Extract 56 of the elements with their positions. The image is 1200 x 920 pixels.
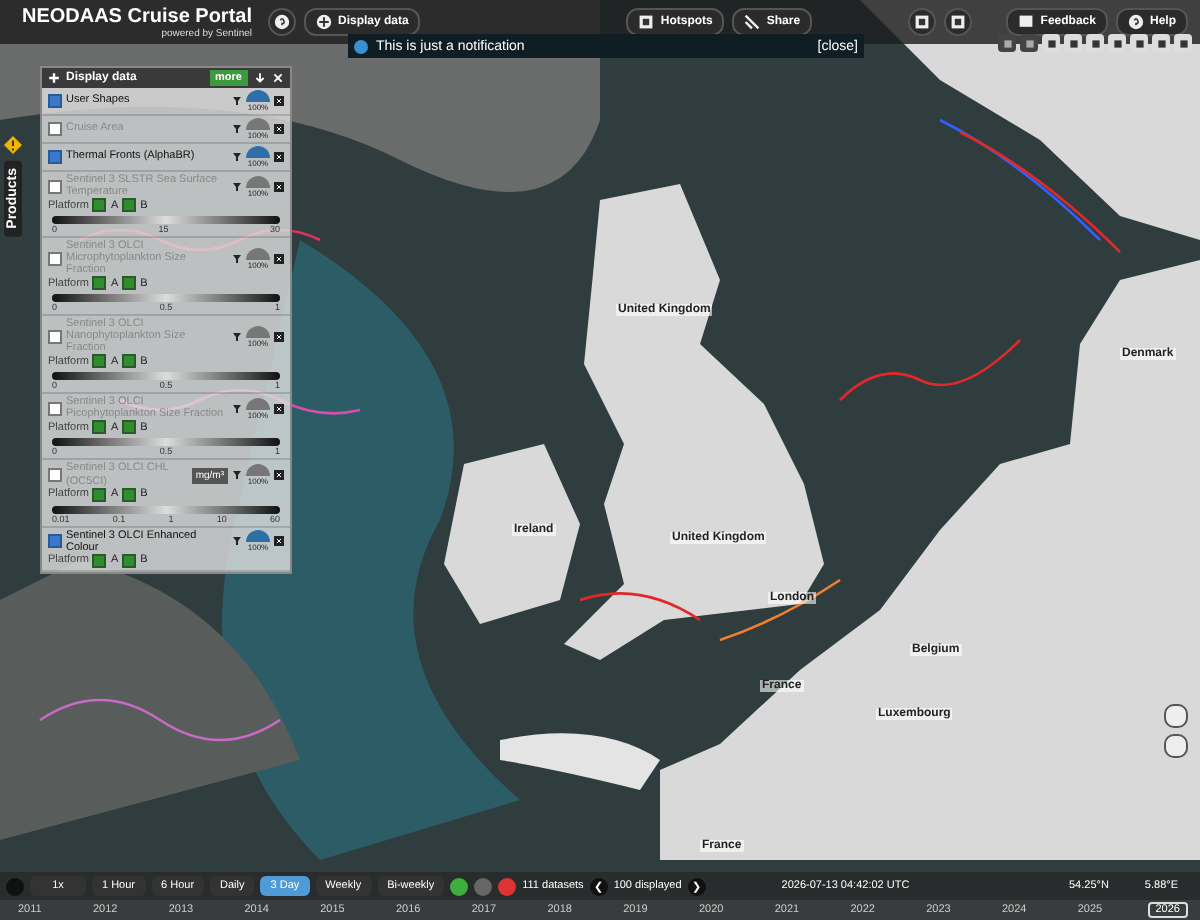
app-title: NEODAAS Cruise Portal: [21, 5, 252, 27]
colour-scale-bar[interactable]: [52, 216, 280, 225]
filter-icon[interactable]: [232, 536, 242, 547]
colour-scale-bar[interactable]: [52, 438, 280, 447]
filter-icon[interactable]: [232, 331, 242, 342]
remove-icon[interactable]: [274, 331, 284, 342]
close-icon[interactable]: [272, 72, 284, 84]
platform-checkbox[interactable]: [122, 487, 137, 502]
platform-checkbox[interactable]: [122, 276, 137, 291]
layer-checkbox[interactable]: [48, 94, 62, 108]
remove-icon[interactable]: [274, 96, 284, 106]
platform-checkbox[interactable]: [92, 198, 107, 213]
zoom-in-button[interactable]: [1164, 704, 1188, 728]
layer-checkbox[interactable]: [48, 329, 62, 344]
filter-icon[interactable]: [232, 470, 242, 481]
help-icon: [1127, 14, 1144, 30]
layer-checkbox[interactable]: [48, 468, 62, 483]
colour-scale-bar[interactable]: [52, 372, 280, 381]
share-icon: [744, 14, 761, 30]
colour-scale-bar[interactable]: [52, 294, 280, 303]
filter-icon[interactable]: [232, 124, 242, 134]
platform-checkbox[interactable]: [122, 420, 137, 435]
layer-checkbox[interactable]: [48, 401, 62, 416]
layer-checkbox[interactable]: [48, 251, 62, 266]
plus-icon: [48, 72, 60, 84]
hotspots-icon: [638, 14, 655, 30]
layer-checkbox[interactable]: [48, 534, 62, 549]
platform-checkbox[interactable]: [92, 420, 107, 435]
platform-checkbox[interactable]: [122, 198, 137, 213]
filter-icon[interactable]: [232, 152, 242, 162]
layers-icon: [316, 14, 332, 30]
download-icon[interactable]: [254, 72, 266, 84]
colour-scale-bar[interactable]: [52, 505, 280, 514]
layer-checkbox[interactable]: [48, 150, 62, 164]
filter-icon[interactable]: [232, 181, 242, 192]
filter-icon[interactable]: [232, 403, 242, 414]
filter-icon[interactable]: [232, 96, 242, 106]
remove-icon[interactable]: [274, 536, 284, 547]
remove-icon[interactable]: [274, 470, 284, 481]
zoom-out-button[interactable]: [1164, 734, 1188, 758]
layer-checkbox[interactable]: [48, 122, 62, 136]
remove-icon[interactable]: [274, 124, 284, 134]
platform-checkbox[interactable]: [92, 276, 107, 291]
platform-checkbox[interactable]: [122, 553, 137, 568]
warning-icon: [4, 136, 22, 154]
platform-checkbox[interactable]: [92, 553, 107, 568]
layer-checkbox[interactable]: [48, 179, 62, 194]
platform-checkbox[interactable]: [92, 354, 107, 369]
remove-icon[interactable]: [274, 152, 284, 162]
remove-icon[interactable]: [274, 253, 284, 264]
platform-checkbox[interactable]: [122, 354, 137, 369]
remove-icon[interactable]: [274, 403, 284, 414]
platform-checkbox[interactable]: [92, 487, 107, 502]
filter-icon[interactable]: [232, 253, 242, 264]
info-icon: [354, 39, 368, 53]
remove-icon[interactable]: [274, 181, 284, 192]
